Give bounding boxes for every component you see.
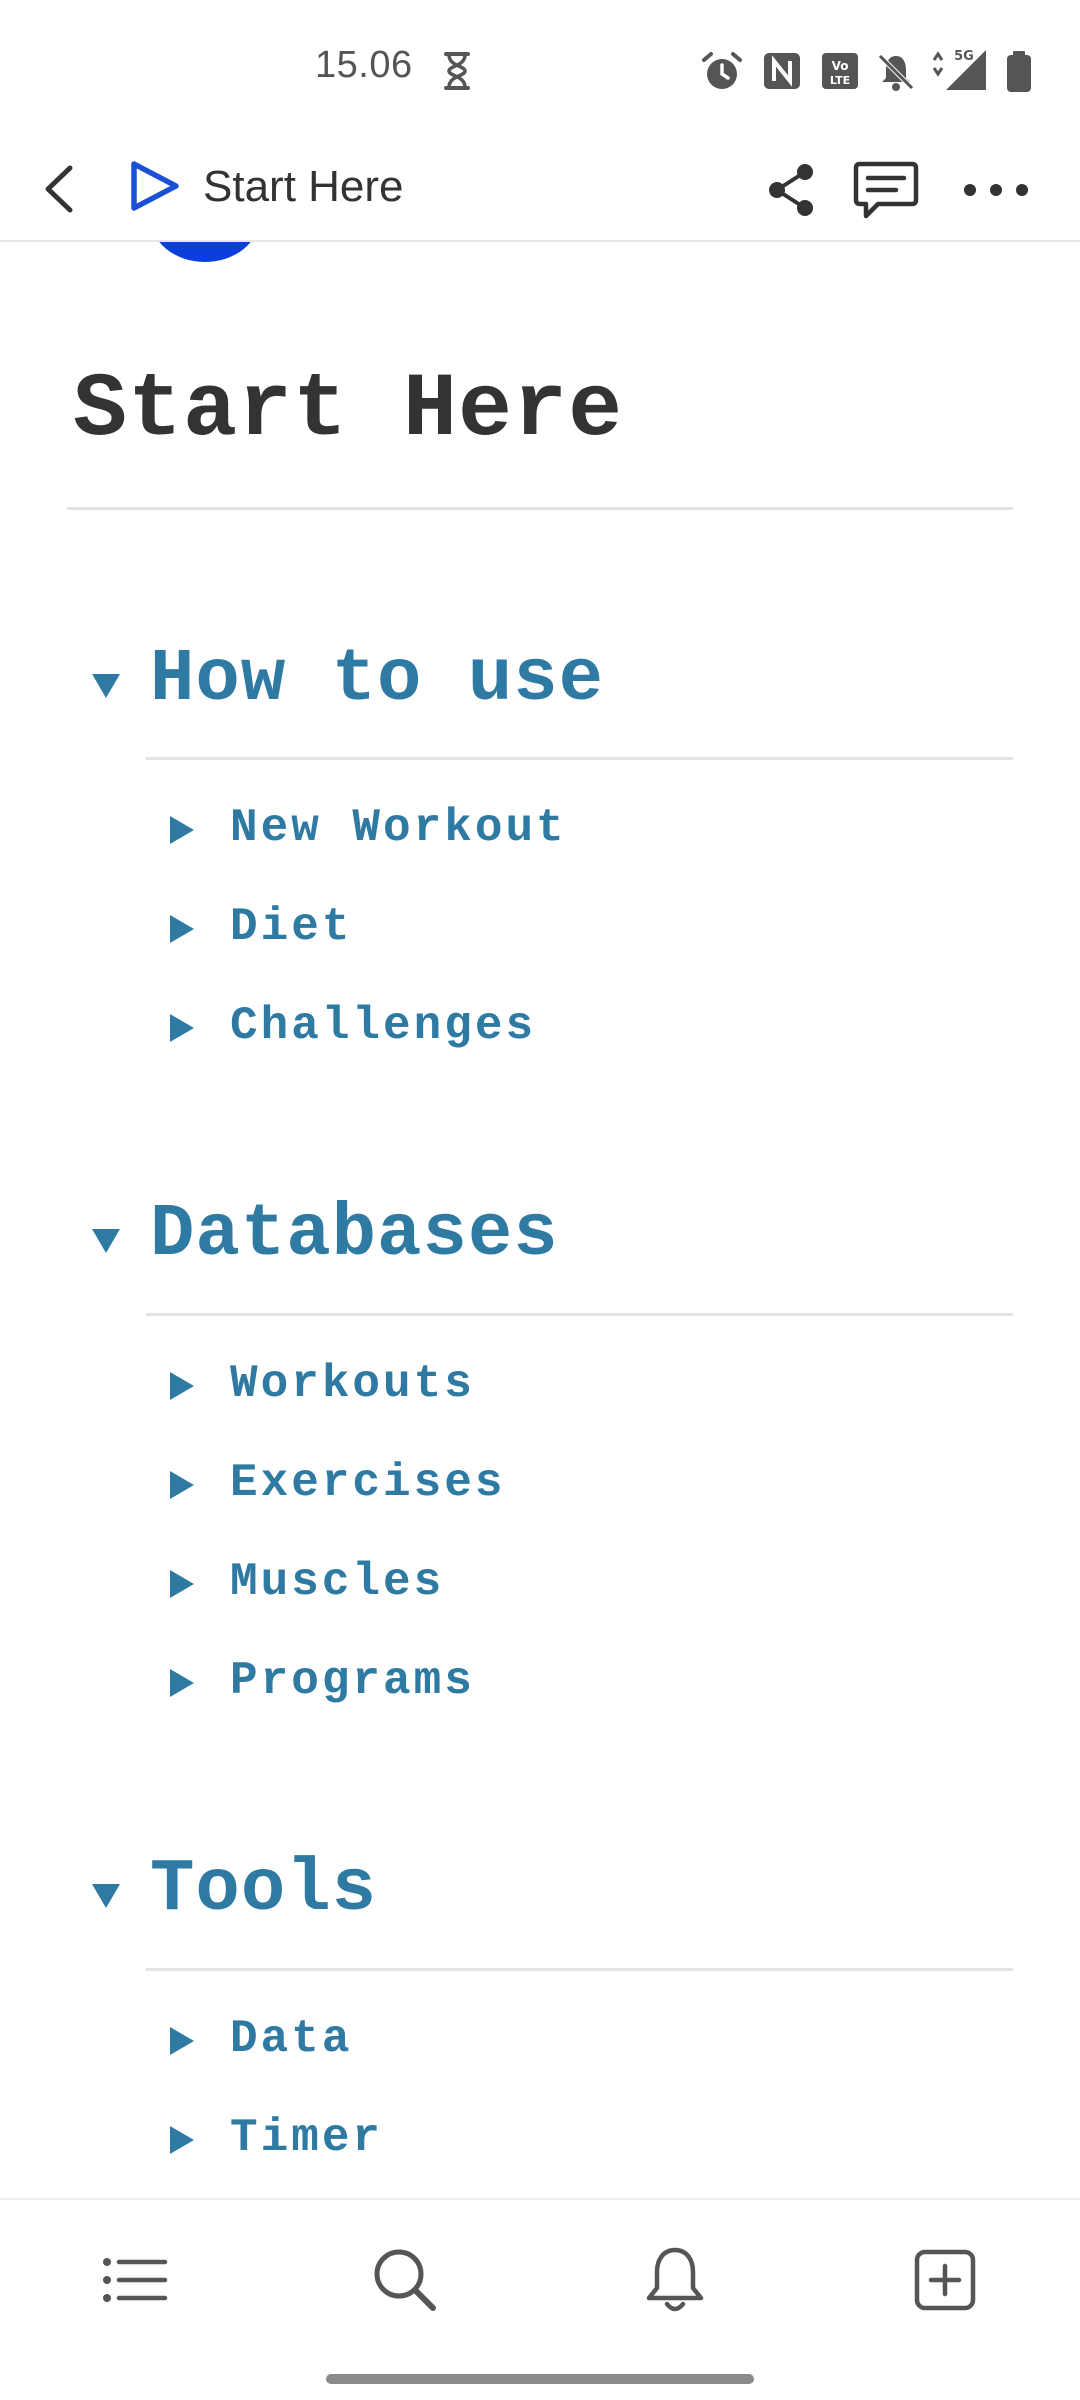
- nav-sidebar-button[interactable]: [95, 2240, 175, 2320]
- section-divider: [146, 757, 1013, 760]
- page-cover-icon[interactable]: [150, 242, 260, 262]
- item-toggle[interactable]: [162, 911, 198, 947]
- share-icon: [769, 164, 813, 216]
- section-toggle-tools[interactable]: [84, 1872, 128, 1916]
- triangle-right-icon: [170, 1669, 194, 1697]
- status-time: 15.06: [315, 44, 413, 86]
- toggle-item-new-workout[interactable]: New Workout: [230, 802, 567, 854]
- section-toggle-how-to-use[interactable]: [84, 662, 128, 706]
- section-divider: [146, 1313, 1013, 1316]
- hourglass-icon: [440, 50, 474, 92]
- battery-icon: [1004, 50, 1034, 92]
- triangle-right-icon: [170, 1570, 194, 1598]
- status-bar: 15.06 Vo LTE 5G: [0, 0, 1080, 140]
- screen: 15.06 Vo LTE 5G Start Here Start Here Ho…: [0, 0, 1080, 2400]
- item-toggle[interactable]: [162, 1566, 198, 1602]
- top-app-bar: Start Here: [0, 140, 1080, 242]
- alarm-icon: [700, 50, 744, 92]
- item-toggle[interactable]: [162, 2023, 198, 2059]
- toggle-item-challenges[interactable]: Challenges: [230, 1000, 536, 1052]
- triangle-right-icon: [170, 2126, 194, 2154]
- toggle-item-diet[interactable]: Diet: [230, 901, 352, 953]
- toggle-item-data[interactable]: Data: [230, 2013, 352, 2065]
- bell-off-icon: [876, 50, 916, 92]
- triangle-down-icon: [92, 674, 120, 698]
- triangle-right-icon: [170, 915, 194, 943]
- signal-5g-icon: 5G: [930, 46, 990, 90]
- add-page-icon: [914, 2249, 976, 2311]
- item-toggle[interactable]: [162, 1467, 198, 1503]
- toggle-item-exercises[interactable]: Exercises: [230, 1457, 505, 1509]
- page-content[interactable]: Start Here How to use New Workout Diet C…: [0, 242, 1080, 2196]
- section-heading[interactable]: Tools: [150, 1848, 377, 1932]
- triangle-right-icon: [170, 1372, 194, 1400]
- triangle-right-icon: [170, 816, 194, 844]
- section-heading[interactable]: How to use: [150, 638, 604, 722]
- network-label: 5G: [954, 49, 974, 64]
- item-toggle[interactable]: [162, 1010, 198, 1046]
- share-button[interactable]: [753, 152, 829, 228]
- nav-search-button[interactable]: [365, 2240, 445, 2320]
- search-icon: [374, 2249, 436, 2311]
- comment-icon: [853, 161, 919, 219]
- toggle-item-timer[interactable]: Timer: [230, 2112, 383, 2164]
- more-options-button[interactable]: [958, 152, 1034, 228]
- svg-text:LTE: LTE: [830, 74, 850, 87]
- nav-new-page-button[interactable]: [905, 2240, 985, 2320]
- play-outline-icon: [124, 156, 184, 216]
- item-toggle[interactable]: [162, 1368, 198, 1404]
- title-divider: [67, 507, 1013, 510]
- triangle-right-icon: [170, 1471, 194, 1499]
- triangle-down-icon: [92, 1229, 120, 1253]
- volte-icon: Vo LTE: [820, 50, 860, 92]
- home-indicator[interactable]: [326, 2374, 754, 2384]
- toggle-item-muscles[interactable]: Muscles: [230, 1556, 444, 1608]
- toggle-item-workouts[interactable]: Workouts: [230, 1358, 475, 1410]
- nav-updates-button[interactable]: [635, 2240, 715, 2320]
- svg-text:Vo: Vo: [832, 59, 849, 73]
- triangle-down-icon: [92, 1884, 120, 1908]
- back-button[interactable]: [24, 154, 94, 224]
- item-toggle[interactable]: [162, 812, 198, 848]
- section-divider: [146, 1968, 1013, 1971]
- item-toggle[interactable]: [162, 1665, 198, 1701]
- triangle-right-icon: [170, 2027, 194, 2055]
- triangle-right-icon: [170, 1014, 194, 1042]
- bottom-nav: [0, 2198, 1080, 2400]
- list-icon: [103, 2258, 168, 2302]
- app-bar-title[interactable]: Start Here: [203, 162, 404, 212]
- item-toggle[interactable]: [162, 2122, 198, 2158]
- comments-button[interactable]: [848, 152, 924, 228]
- bell-icon: [646, 2247, 704, 2312]
- chevron-left-icon: [45, 165, 73, 213]
- more-icon: [964, 184, 1028, 196]
- toggle-item-programs[interactable]: Programs: [230, 1655, 475, 1707]
- section-heading[interactable]: Databases: [150, 1193, 559, 1277]
- page-title[interactable]: Start Here: [73, 360, 623, 462]
- section-toggle-databases[interactable]: [84, 1217, 128, 1261]
- nfc-icon: [762, 50, 802, 92]
